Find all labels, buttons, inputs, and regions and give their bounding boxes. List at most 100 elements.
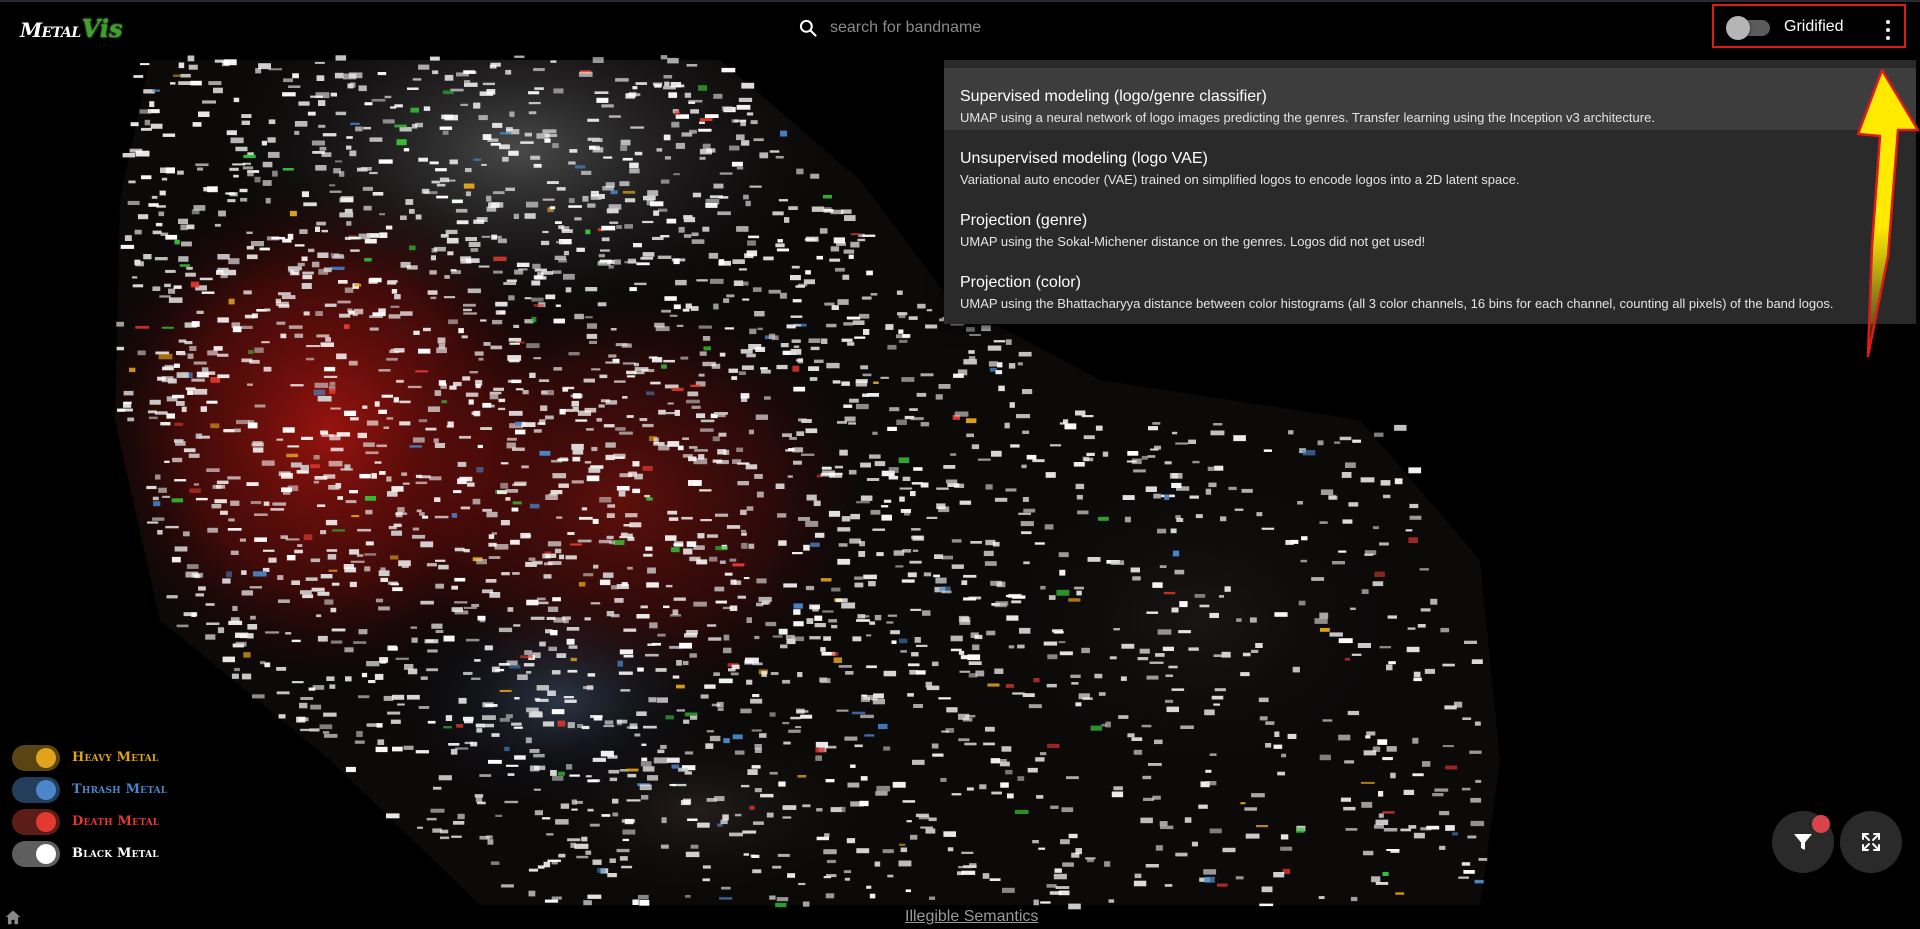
band-logo-marker[interactable] xyxy=(326,676,335,681)
band-logo-marker[interactable] xyxy=(753,821,764,825)
band-logo-marker[interactable] xyxy=(702,361,716,367)
band-logo-marker[interactable] xyxy=(592,757,606,762)
band-logo-marker[interactable] xyxy=(529,503,540,509)
band-logo-marker[interactable] xyxy=(507,379,518,383)
band-logo-marker[interactable] xyxy=(809,377,818,381)
band-logo-marker[interactable] xyxy=(514,481,527,486)
band-logo-marker[interactable] xyxy=(1026,454,1037,460)
band-logo-marker[interactable] xyxy=(971,444,980,450)
band-logo-marker[interactable] xyxy=(464,80,471,83)
band-logo-marker[interactable] xyxy=(609,777,618,782)
band-logo-marker[interactable] xyxy=(842,274,850,280)
band-logo-marker[interactable] xyxy=(823,849,837,855)
band-logo-marker[interactable] xyxy=(553,367,563,371)
band-logo-marker[interactable] xyxy=(464,82,478,87)
band-logo-marker[interactable] xyxy=(526,671,532,674)
band-logo-marker[interactable] xyxy=(657,633,666,637)
band-logo-marker[interactable] xyxy=(619,181,630,187)
band-logo-marker[interactable] xyxy=(515,429,526,435)
band-logo-marker[interactable] xyxy=(643,725,657,729)
band-logo-marker[interactable] xyxy=(928,817,937,822)
band-logo-marker[interactable] xyxy=(658,208,668,212)
band-logo-marker[interactable] xyxy=(423,327,431,332)
band-logo-marker[interactable] xyxy=(1218,595,1224,598)
band-logo-marker[interactable] xyxy=(382,119,395,124)
band-logo-marker[interactable] xyxy=(412,534,426,539)
band-logo-marker[interactable] xyxy=(213,346,223,351)
band-logo-marker[interactable] xyxy=(1371,876,1381,883)
band-logo-marker[interactable] xyxy=(654,84,662,88)
band-logo-marker[interactable] xyxy=(438,775,452,781)
band-logo-marker[interactable] xyxy=(417,826,423,829)
band-logo-marker[interactable] xyxy=(1005,488,1017,492)
band-logo-marker[interactable] xyxy=(637,667,644,672)
band-logo-marker[interactable] xyxy=(629,522,642,528)
band-logo-marker[interactable] xyxy=(190,281,200,288)
band-logo-marker[interactable] xyxy=(1111,791,1124,798)
band-logo-marker[interactable] xyxy=(236,419,250,425)
band-logo-marker[interactable] xyxy=(241,570,247,575)
band-logo-marker[interactable] xyxy=(969,334,981,336)
band-logo-marker[interactable] xyxy=(320,530,327,535)
menu-item-supervised[interactable]: Supervised modeling (logo/genre classifi… xyxy=(944,68,1916,130)
band-logo-marker[interactable] xyxy=(398,560,411,567)
band-logo-marker[interactable] xyxy=(782,433,792,437)
band-logo-marker[interactable] xyxy=(860,696,870,702)
band-logo-marker[interactable] xyxy=(1075,483,1085,490)
band-logo-marker[interactable] xyxy=(171,556,181,563)
band-logo-marker[interactable] xyxy=(782,816,792,819)
band-logo-marker[interactable] xyxy=(205,634,216,640)
band-logo-marker[interactable] xyxy=(162,495,171,498)
band-logo-marker[interactable] xyxy=(192,122,202,127)
band-logo-marker[interactable] xyxy=(675,279,687,286)
band-logo-marker[interactable] xyxy=(363,205,372,211)
band-logo-marker[interactable] xyxy=(869,621,876,625)
band-logo-marker[interactable] xyxy=(297,544,303,547)
band-logo-marker[interactable] xyxy=(523,663,535,667)
band-logo-marker[interactable] xyxy=(816,836,829,841)
band-logo-marker[interactable] xyxy=(514,697,520,700)
band-logo-marker[interactable] xyxy=(371,98,386,102)
band-logo-marker[interactable] xyxy=(828,619,837,623)
band-logo-marker[interactable] xyxy=(681,516,693,520)
band-logo-marker[interactable] xyxy=(229,167,239,171)
band-logo-marker[interactable] xyxy=(554,548,562,554)
band-logo-marker[interactable] xyxy=(1010,444,1020,448)
band-logo-marker[interactable] xyxy=(814,615,823,621)
band-logo-marker[interactable] xyxy=(315,226,320,232)
band-logo-marker[interactable] xyxy=(1259,903,1274,907)
band-logo-marker[interactable] xyxy=(300,464,309,471)
band-logo-marker[interactable] xyxy=(458,328,464,334)
band-logo-marker[interactable] xyxy=(491,733,500,737)
band-logo-marker[interactable] xyxy=(571,480,584,484)
band-logo-marker[interactable] xyxy=(1090,725,1102,731)
band-logo-marker[interactable] xyxy=(340,196,354,202)
band-logo-marker[interactable] xyxy=(722,814,729,821)
band-logo-marker[interactable] xyxy=(568,352,580,356)
band-logo-marker[interactable] xyxy=(874,461,886,467)
band-logo-marker[interactable] xyxy=(403,148,410,152)
band-logo-marker[interactable] xyxy=(759,152,769,159)
band-logo-marker[interactable] xyxy=(797,672,803,678)
band-logo-marker[interactable] xyxy=(314,61,325,64)
band-logo-marker[interactable] xyxy=(355,126,363,132)
band-logo-marker[interactable] xyxy=(1390,772,1396,779)
band-logo-marker[interactable] xyxy=(191,209,200,215)
band-logo-marker[interactable] xyxy=(160,232,169,236)
band-logo-marker[interactable] xyxy=(206,400,218,404)
band-logo-marker[interactable] xyxy=(501,572,510,576)
band-logo-marker[interactable] xyxy=(910,491,916,497)
band-logo-marker[interactable] xyxy=(1338,734,1351,741)
band-logo-marker[interactable] xyxy=(1380,480,1391,486)
band-logo-marker[interactable] xyxy=(463,308,472,312)
band-logo-marker[interactable] xyxy=(850,513,860,520)
band-logo-marker[interactable] xyxy=(736,447,744,452)
band-logo-marker[interactable] xyxy=(719,897,733,900)
band-logo-marker[interactable] xyxy=(1471,659,1483,664)
band-logo-marker[interactable] xyxy=(483,342,491,346)
band-logo-marker[interactable] xyxy=(324,733,338,738)
band-logo-marker[interactable] xyxy=(316,221,326,226)
band-logo-marker[interactable] xyxy=(860,495,873,501)
band-logo-marker[interactable] xyxy=(1130,567,1140,573)
band-logo-marker[interactable] xyxy=(793,603,803,609)
